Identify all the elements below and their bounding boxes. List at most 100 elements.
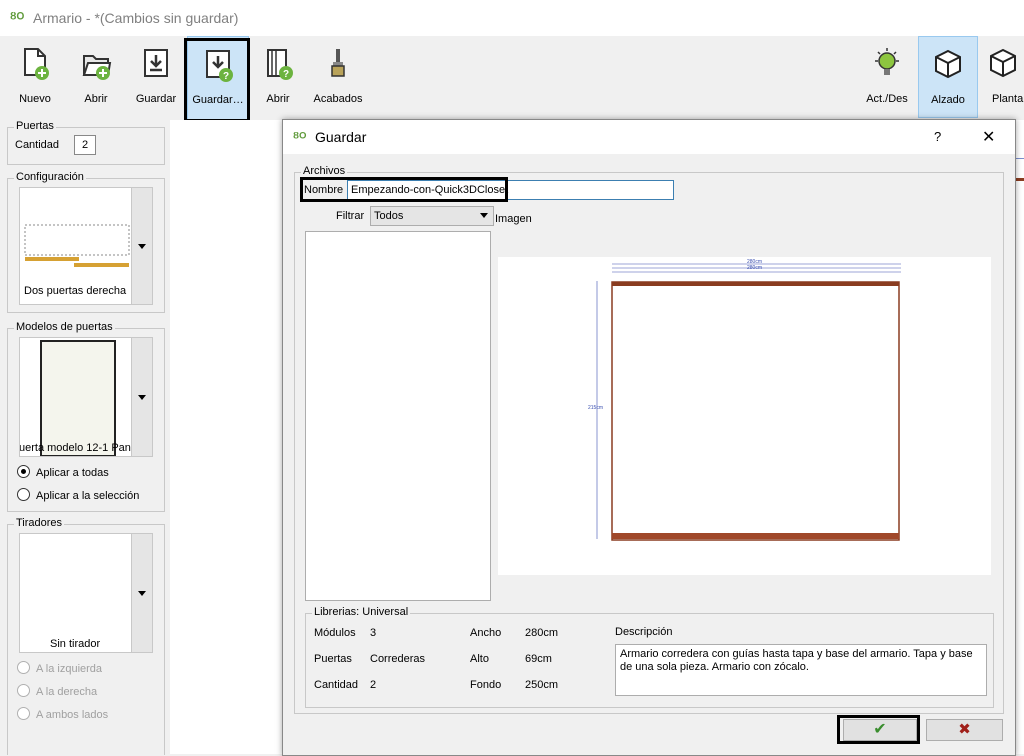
configuracion-title: Configuración <box>14 171 86 183</box>
descripcion-text: Armario corredera con guías hasta tapa y… <box>615 644 987 696</box>
dialog-title: Guardar <box>315 129 367 145</box>
alto-value: 69cm <box>525 653 552 665</box>
abrir-armario-label: Abrir <box>266 93 290 105</box>
window-title: Armario - *(Cambios sin guardar) <box>33 10 239 26</box>
highlight-ok <box>837 715 920 744</box>
new-file-icon <box>24 48 49 80</box>
filtrar-label: Filtrar <box>336 210 365 222</box>
guardar-label: Guardar <box>135 93 177 105</box>
fondo-label: Fondo <box>470 679 502 691</box>
imagen-label: Imagen <box>495 213 532 225</box>
modulos-label: Módulos <box>314 627 356 639</box>
nuevo-label: Nuevo <box>19 93 51 105</box>
radio-disabled-icon <box>17 707 30 720</box>
open-closet-icon: ? <box>267 49 293 80</box>
open-folder-icon <box>82 55 112 80</box>
closet-preview-image: 280cm 280cm 215cm <box>498 257 991 575</box>
cantidad-label: Cantidad <box>15 139 60 151</box>
tiradores-selector[interactable]: Sin tirador <box>19 533 153 653</box>
help-button[interactable]: ? <box>934 129 941 144</box>
aplicar-todas-label: Aplicar a todas <box>36 467 109 479</box>
main-toolbar: Nuevo Abrir Guardar ? Guardar… ? Abrir A… <box>0 36 1024 122</box>
puertas-label: Puertas <box>314 653 352 665</box>
door-model-preview <box>40 340 116 456</box>
derecha-radio[interactable]: A la derecha <box>17 684 97 698</box>
ambos-label: A ambos lados <box>36 709 109 721</box>
cancel-button[interactable]: ✖ <box>926 719 1003 741</box>
cube-green-icon <box>990 48 1016 78</box>
izquierda-label: A la izquierda <box>36 663 103 675</box>
chevron-down-icon <box>480 213 488 222</box>
file-list[interactable] <box>305 231 491 601</box>
archivos-title: Archivos <box>301 165 348 177</box>
actdes-label: Act./Des <box>866 93 908 105</box>
cantidad-input[interactable]: 2 <box>74 135 96 155</box>
highlight-nombre <box>300 177 508 202</box>
app-logo-icon: ᴽᴼ <box>10 10 25 27</box>
puertas-title: Puertas <box>14 120 56 132</box>
tiradores-group: Tiradores Sin tirador A la izquierda A l… <box>7 517 165 755</box>
closet-elevation-drawing <box>596 263 901 541</box>
abrir-label: Abrir <box>84 93 108 105</box>
tiradores-value: Sin tirador <box>50 638 101 650</box>
puertas-value: Correderas <box>370 653 426 665</box>
configuracion-selector[interactable]: Dos puertas derecha <box>19 187 153 305</box>
cantidad-info-value: 2 <box>370 679 377 691</box>
configuracion-value: Dos puertas derecha <box>24 285 127 297</box>
abrir-button[interactable]: Abrir <box>72 36 120 116</box>
dialog-title-bar: ᴽᴼ Guardar ? ✕ <box>283 120 1015 154</box>
radio-disabled-icon <box>17 684 30 697</box>
modelos-selector[interactable]: uerta modelo 12-1 Pane <box>19 337 153 457</box>
derecha-label: A la derecha <box>36 686 98 698</box>
nuevo-button[interactable]: Nuevo <box>10 36 60 116</box>
acabados-label: Acabados <box>313 93 363 105</box>
close-button[interactable]: ✕ <box>982 127 995 147</box>
planta-button[interactable]: Planta <box>982 36 1024 116</box>
ambos-radio[interactable]: A ambos lados <box>17 707 108 721</box>
guardar-dialog: ᴽᴼ Guardar ? ✕ Archivos Nombre Empezando… <box>282 119 1016 756</box>
dim-side-label: 215cm <box>588 405 604 411</box>
descripcion-label: Descripción <box>615 626 673 638</box>
configuracion-dropdown-arrow[interactable] <box>131 188 152 304</box>
ancho-value: 280cm <box>525 627 559 639</box>
tiradores-dropdown-arrow[interactable] <box>131 534 152 652</box>
filtrar-value: Todos <box>374 210 404 222</box>
librerias-title: Librerias: Universal <box>312 606 411 618</box>
filtrar-select[interactable]: Todos <box>370 206 494 226</box>
aplicar-seleccion-radio[interactable]: Aplicar a la selección <box>17 488 139 502</box>
highlight-guardar-como <box>184 38 250 122</box>
fondo-value: 250cm <box>525 679 559 691</box>
radio-unchecked-icon <box>17 488 30 501</box>
radio-disabled-icon <box>17 661 30 674</box>
svg-text:?: ? <box>283 69 289 80</box>
aplicar-todas-radio[interactable]: Aplicar a todas <box>17 465 109 479</box>
dim-top-label-2: 280cm <box>747 265 763 271</box>
izquierda-radio[interactable]: A la izquierda <box>17 661 102 675</box>
tiradores-title: Tiradores <box>14 517 65 529</box>
light-bulb-icon <box>875 48 899 75</box>
modelos-title: Modelos de puertas <box>14 321 115 333</box>
ancho-label: Ancho <box>470 627 502 639</box>
cube-icon <box>935 49 961 79</box>
paint-brush-icon <box>331 49 345 77</box>
configuracion-group: Configuración Dos puertas derecha <box>7 171 165 313</box>
alzado-label: Alzado <box>931 94 965 106</box>
radio-checked-icon <box>17 465 30 478</box>
abrir-armario-button[interactable]: ? Abrir <box>258 36 298 116</box>
actdes-button[interactable]: Act./Des <box>860 36 914 116</box>
archivos-group: Archivos Nombre Empezando-con-Quick3DClo… <box>294 165 1004 714</box>
librerias-group: Librerias: Universal Módulos 3 Puertas C… <box>305 606 994 708</box>
modulos-value: 3 <box>370 627 377 639</box>
guardar-button[interactable]: Guardar <box>132 36 180 116</box>
window-title-bar: ᴽᴼ Armario - *(Cambios sin guardar) <box>0 0 1024 36</box>
dialog-logo-icon: ᴽᴼ <box>293 129 307 145</box>
modelos-dropdown-arrow[interactable] <box>131 338 152 456</box>
cantidad-info-label: Cantidad <box>314 679 359 691</box>
puertas-group: Puertas Cantidad 2 <box>7 120 165 165</box>
alzado-button[interactable]: Alzado <box>918 36 978 118</box>
modelos-value: uerta modelo 12-1 Pane <box>19 442 138 454</box>
acabados-button[interactable]: Acabados <box>310 36 366 116</box>
cross-icon: ✖ <box>958 721 971 738</box>
two-doors-right-preview <box>24 224 130 267</box>
alto-label: Alto <box>470 653 489 665</box>
